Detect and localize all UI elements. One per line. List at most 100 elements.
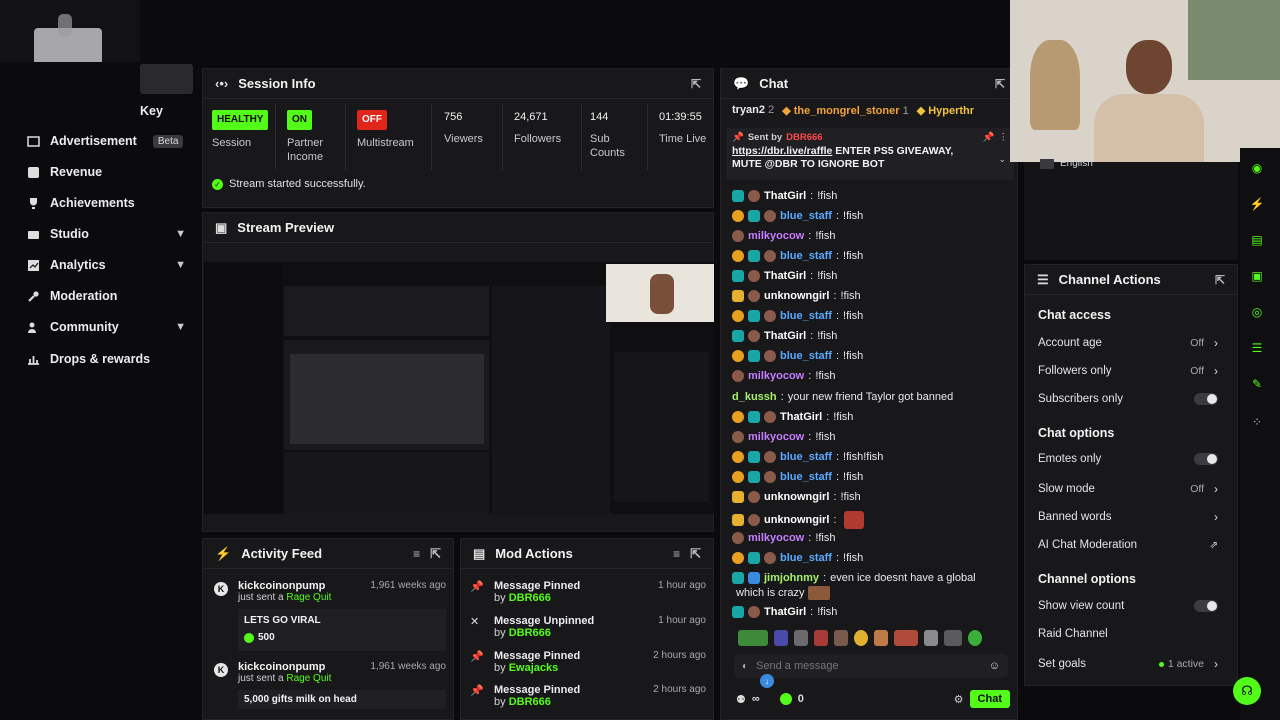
chat-username[interactable]: milkyocow [748, 532, 804, 544]
popout-icon[interactable]: ⇱ [1215, 273, 1225, 287]
chat-username[interactable]: ThatGirl [764, 330, 806, 342]
avatar [748, 330, 760, 342]
chat-message: unknowngirl: !fish [732, 491, 861, 503]
mod-action-user[interactable]: DBR666 [509, 696, 551, 708]
emote-icon[interactable] [968, 630, 982, 646]
popout-icon[interactable]: ⇱ [995, 77, 1005, 91]
chat-message: unknowngirl: !fish [732, 290, 861, 302]
chat-username[interactable]: ThatGirl [764, 606, 806, 618]
support-chat-button[interactable]: ☊ [1233, 677, 1261, 705]
stream-preview-video[interactable] [204, 262, 714, 514]
emote-icon[interactable] [738, 630, 768, 646]
chat-username[interactable]: blue_staff [780, 451, 832, 463]
activity-user[interactable]: kickcoinonpump [238, 661, 325, 673]
chat-username[interactable]: blue_staff [780, 552, 832, 564]
filter-icon[interactable]: ≡ [413, 547, 420, 561]
chevron-right-icon: › [1214, 657, 1218, 671]
chat-username[interactable]: ThatGirl [764, 190, 806, 202]
sidebar-item-advertisement[interactable]: Advertisement Beta [26, 134, 186, 148]
mod-action-user[interactable]: Ewajacks [509, 662, 559, 674]
smiley-icon[interactable]: ☺ [989, 660, 1000, 672]
emoji-icon[interactable]: ◐ [742, 661, 748, 672]
setting-followers-only[interactable]: Followers only Off › [1038, 364, 1218, 378]
chat-input-box[interactable]: ◐ ☺ [734, 654, 1008, 678]
emote-icon[interactable] [854, 630, 868, 646]
more-icon[interactable]: ⋮ [999, 132, 1009, 143]
pinned-user[interactable]: DBR666 [786, 132, 822, 143]
chat-username[interactable]: blue_staff [780, 310, 832, 322]
sidebar-item-moderation[interactable]: Moderation [26, 289, 186, 303]
send-chat-button[interactable]: Chat [969, 690, 1010, 708]
emote-icon[interactable] [834, 630, 848, 646]
connections-icon[interactable]: ⁘ [1249, 414, 1265, 430]
chat-username[interactable]: blue_staff [780, 471, 832, 483]
chat-username[interactable]: blue_staff [780, 250, 832, 262]
chat-username[interactable]: unknowngirl [764, 514, 829, 526]
gear-icon[interactable]: ⚙ [954, 693, 964, 706]
scroll-down-button[interactable]: ↓ [760, 674, 774, 688]
popout-icon[interactable]: ⇱ [691, 77, 701, 91]
setting-set-goals[interactable]: Set goals 1 active › [1038, 657, 1218, 671]
sidebar-item-community[interactable]: Community ▼ [26, 320, 186, 334]
emote-icon[interactable] [924, 630, 938, 646]
emote-icon[interactable] [944, 630, 962, 646]
divider [345, 104, 346, 170]
bolt-icon[interactable]: ⚡ [1249, 196, 1265, 212]
chat-username[interactable]: blue_staff [780, 210, 832, 222]
gifter-name[interactable]: the_mongrel_stoner [794, 105, 900, 117]
pinned-link[interactable]: https://dbr.live/raffle [732, 145, 832, 157]
chat-bubble-icon[interactable]: ▣ [1249, 268, 1265, 284]
mod-action-user[interactable]: DBR666 [509, 592, 551, 604]
chat-username[interactable]: ThatGirl [764, 270, 806, 282]
chat-username[interactable]: unknowngirl [764, 491, 829, 503]
sidebar-item-analytics[interactable]: Analytics ▼ [26, 258, 186, 272]
popout-icon[interactable]: ⇱ [430, 546, 441, 562]
chat-username[interactable]: milkyocow [748, 230, 804, 242]
show-view-count-toggle[interactable] [1194, 600, 1218, 612]
status-text: Stream started successfully. [229, 178, 366, 190]
emote-icon[interactable] [794, 630, 808, 646]
setting-account-age[interactable]: Account age Off › [1038, 336, 1218, 350]
sidebar-item-studio[interactable]: Studio ▼ [26, 227, 186, 241]
chat-username[interactable]: d_kussh [732, 391, 777, 403]
sidebar-item-drops[interactable]: Drops & rewards [26, 352, 186, 366]
chat-username[interactable]: ThatGirl [780, 411, 822, 423]
chat-username[interactable]: milkyocow [748, 431, 804, 443]
setting-banned-words[interactable]: Banned words › [1038, 510, 1218, 524]
emote-icon[interactable] [894, 630, 918, 646]
mod-action-user[interactable]: DBR666 [509, 627, 551, 639]
crown-badge-icon [732, 514, 744, 526]
broadcast-icon[interactable]: ◎ [1249, 304, 1265, 320]
setting-raid-channel[interactable]: Raid Channel [1038, 628, 1218, 640]
filter-icon[interactable]: ≡ [673, 547, 680, 561]
setting-slow-mode[interactable]: Slow mode Off › [1038, 482, 1218, 496]
chat-username[interactable]: milkyocow [748, 370, 804, 382]
popout-icon[interactable]: ⇱ [690, 546, 701, 562]
emote-icon[interactable] [814, 630, 828, 646]
sidebar-item-achievements[interactable]: Achievements [26, 196, 186, 210]
users-icon[interactable]: ⚉ [736, 693, 746, 706]
chat-username[interactable]: jimjohnmy [764, 572, 819, 584]
emote-icon[interactable] [774, 630, 788, 646]
sidebar-item-key[interactable]: Key [140, 104, 163, 118]
sub-badge-icon [748, 411, 760, 423]
chat-username[interactable]: blue_staff [780, 350, 832, 362]
activity-user[interactable]: kickcoinonpump [238, 580, 325, 592]
sidebar-item-revenue[interactable]: Revenue [26, 165, 186, 179]
camera-icon[interactable]: ◉ [1249, 160, 1265, 176]
emotes-only-toggle[interactable] [1194, 453, 1218, 465]
document-icon[interactable]: ▤ [1249, 232, 1265, 248]
gifter-name[interactable]: tryan2 [732, 104, 765, 116]
chat-input[interactable] [756, 660, 981, 672]
wrench-icon[interactable]: ✎ [1249, 376, 1265, 392]
pinned-message[interactable]: 📌 Sent by DBR666 📌 ⋮ https://dbr.live/ra… [726, 128, 1014, 180]
emote-icon[interactable] [874, 630, 888, 646]
setting-ai-chat-moderation[interactable]: AI Chat Moderation ⇗ [1038, 539, 1218, 551]
sub-badge-icon [748, 250, 760, 262]
gifter-name[interactable]: Hyperthr [928, 105, 974, 117]
channel-actions-icon[interactable]: ☰ [1249, 340, 1265, 356]
subscribers-only-toggle[interactable] [1194, 393, 1218, 405]
chevron-down-icon[interactable]: ⌄ [998, 154, 1006, 165]
unpin-icon[interactable]: 📌 [983, 132, 995, 143]
chat-username[interactable]: unknowngirl [764, 290, 829, 302]
